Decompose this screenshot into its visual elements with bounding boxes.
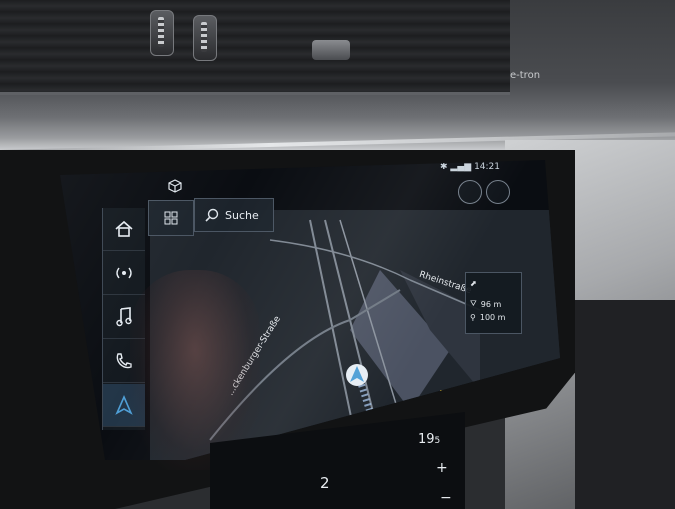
vent-knob-right[interactable] bbox=[193, 15, 217, 61]
zoom-icon: ⚲ bbox=[470, 313, 476, 322]
temperature-value: 19 bbox=[418, 432, 435, 447]
grid-button[interactable] bbox=[148, 200, 194, 236]
fan-level: 2 bbox=[320, 474, 330, 492]
temperature-decimal: 5 bbox=[434, 436, 441, 446]
guidance-row-2: ⛛ 96 m bbox=[470, 299, 501, 309]
console-shadow bbox=[575, 300, 675, 509]
status-time: 14:21 bbox=[474, 162, 500, 172]
sidebar-item-home[interactable] bbox=[103, 208, 145, 251]
guidance-panel: ⬈ ⛛ 96 m ⚲ 100 m bbox=[465, 272, 522, 334]
radio-icon bbox=[116, 267, 132, 279]
signal-icon: ▂▄▆ bbox=[450, 162, 472, 172]
grid-icon bbox=[164, 211, 178, 225]
climate-temperature: 195 bbox=[418, 432, 440, 447]
temperature-down-button[interactable]: − bbox=[440, 490, 452, 506]
air-vent bbox=[0, 0, 510, 95]
status-bar: ✱ ▂▄▆ 14:21 bbox=[440, 162, 500, 172]
home-icon bbox=[115, 220, 133, 237]
search-label: Suche bbox=[225, 208, 259, 222]
bluetooth-icon: ✱ bbox=[440, 162, 448, 172]
compass-button[interactable] bbox=[458, 180, 482, 204]
guidance-distance-2: 100 m bbox=[479, 313, 506, 322]
search-button[interactable]: Suche bbox=[194, 198, 274, 232]
temperature-up-button[interactable]: + bbox=[436, 460, 448, 476]
cube-icon[interactable] bbox=[168, 178, 182, 197]
vent-tab[interactable] bbox=[312, 40, 350, 60]
guidance-distance-1: 96 m bbox=[480, 299, 502, 309]
guidance-row-1: ⬈ bbox=[470, 279, 477, 288]
sidebar-item-radio[interactable] bbox=[103, 252, 145, 295]
guidance-row-3: ⚲ 100 m bbox=[470, 313, 505, 322]
turn-arrow-icon: ⬈ bbox=[470, 279, 477, 288]
search-icon bbox=[205, 208, 219, 222]
map-settings-button[interactable] bbox=[486, 180, 510, 204]
road-icon: ⛛ bbox=[470, 299, 477, 308]
vent-knob-left[interactable] bbox=[150, 10, 174, 56]
etron-badge: e-tron bbox=[510, 70, 541, 81]
